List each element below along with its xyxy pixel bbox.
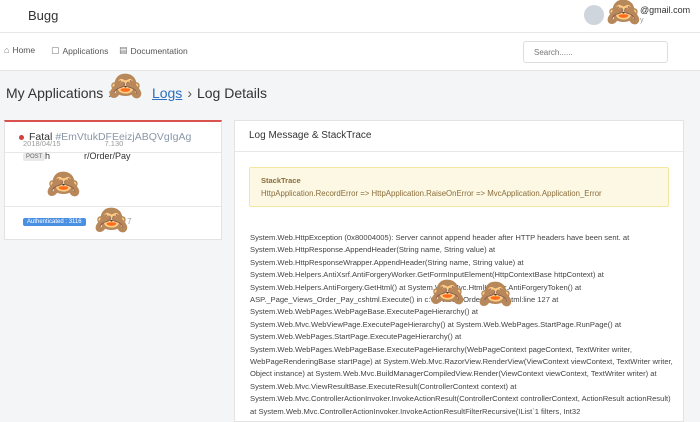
search-input[interactable] [532, 47, 656, 58]
nav-home[interactable]: ⌂ Home [4, 45, 35, 55]
nav-documentation[interactable]: ▤ Documentation [119, 45, 188, 56]
see-no-evil-monkey-icon: 🙈 [46, 167, 81, 200]
nav-applications-label: Applications [62, 45, 109, 56]
file-icon: ▢ [51, 45, 60, 55]
stacktrace-title: StackTrace [261, 176, 301, 185]
see-no-evil-monkey-icon: 🙈 [478, 277, 513, 310]
nav-documentation-label: Documentation [130, 45, 188, 56]
chevron-right-icon: › [187, 85, 192, 101]
see-no-evil-monkey-icon: 🙈 [430, 275, 465, 308]
method-badge: POST [23, 153, 46, 161]
see-no-evil-monkey-icon: 🙈 [94, 203, 129, 236]
stacktrace-summary-box: StackTrace HttpApplication.RecordError =… [249, 167, 669, 207]
brand-name[interactable]: Bugg [28, 8, 58, 23]
stacktrace-summary: HttpApplication.RecordError => HttpAppli… [261, 189, 602, 198]
nav-applications[interactable]: ▢ Applications [51, 45, 108, 56]
log-time: 2018/04/15 7.130 [23, 139, 124, 148]
detail-title: Log Message & StackTrace [249, 130, 372, 141]
breadcrumb-logs[interactable]: Logs [152, 85, 182, 101]
search-box[interactable] [523, 41, 668, 63]
nav-home-label: Home [12, 45, 36, 55]
document-icon: ▤ [119, 45, 128, 55]
nav-bar: ⌂ Home ▢ Applications ▤ Documentation [0, 33, 700, 71]
log-path[interactable]: h r/Order/Pay [45, 151, 131, 161]
divider [235, 151, 683, 152]
stacktrace-text: System.Web.HttpException (0x80004005): S… [250, 233, 673, 416]
authenticated-badge: Authenticated : 3116 [23, 218, 86, 226]
breadcrumb-log-details: Log Details [196, 85, 268, 101]
see-no-evil-monkey-icon: 🙈 [108, 69, 143, 102]
see-no-evil-monkey-icon: 🙈 [606, 0, 641, 28]
log-detail-card: Log Message & StackTrace StackTrace Http… [234, 120, 684, 422]
top-bar: Bugg @gmail.com y [0, 0, 700, 33]
user-email[interactable]: @gmail.com [640, 5, 690, 15]
avatar[interactable] [584, 5, 604, 25]
breadcrumb-my-applications[interactable]: My Applications [6, 85, 103, 101]
home-icon: ⌂ [4, 45, 10, 55]
